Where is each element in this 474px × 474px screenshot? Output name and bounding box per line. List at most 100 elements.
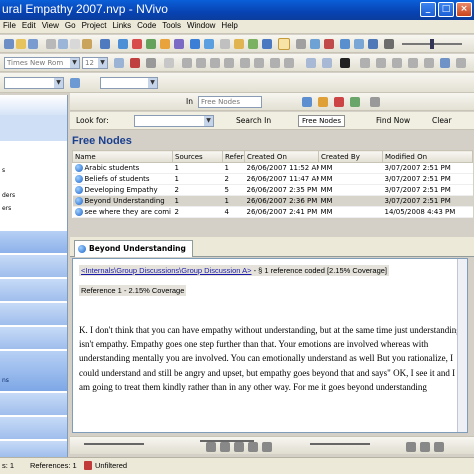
chevron-down-icon[interactable]: ▼ [204,116,213,126]
go-icon[interactable] [248,39,258,49]
print-icon[interactable] [46,39,56,49]
forward-icon[interactable] [262,442,272,452]
column-created-by[interactable]: Created By [318,150,383,163]
menu-file[interactable]: File [0,20,19,31]
rewind-icon[interactable] [248,442,258,452]
spread-icon[interactable] [350,97,360,107]
undo-icon[interactable] [100,39,110,49]
uncode-icon[interactable] [318,97,328,107]
memo-icon[interactable] [392,58,402,68]
align-center-icon[interactable] [196,58,206,68]
model-icon[interactable] [160,39,170,49]
code-at-combo[interactable]: ▼ [4,77,64,89]
clear-button[interactable]: Clear [432,116,452,125]
open-icon[interactable] [16,39,26,49]
zoom-slider-thumb[interactable] [430,39,434,49]
link-icon[interactable] [146,39,156,49]
nav-section-3[interactable] [0,279,67,301]
justify-icon[interactable] [224,58,234,68]
table-row[interactable]: Beliefs of students 1 2 26/06/2007 11:47 AM… [72,173,473,185]
stop-icon[interactable] [234,442,244,452]
column-name[interactable]: Name [72,150,173,163]
copy-icon[interactable] [70,39,80,49]
table-icon[interactable] [322,58,332,68]
hyperlink-icon[interactable] [424,58,434,68]
save-icon[interactable] [28,39,38,49]
properties-icon[interactable] [220,39,230,49]
menu-project[interactable]: Project [79,20,110,31]
menu-window[interactable]: Window [184,20,218,31]
table-row[interactable]: Beyond Understanding 1 1 26/06/2007 2:36 PM… [72,195,473,207]
zoom-in-icon[interactable] [296,39,306,49]
nav-section-4[interactable] [0,303,67,325]
nav-item-1[interactable]: s [2,167,5,174]
refresh-icon[interactable] [234,39,244,49]
font-color-icon[interactable] [114,58,124,68]
column-modified-on[interactable]: Modified On [382,150,473,163]
nav-section-6[interactable]: ns [0,351,67,391]
chevron-down-icon[interactable]: ▼ [98,58,107,68]
chevron-down-icon[interactable]: ▼ [148,78,157,88]
align-left-icon[interactable] [182,58,192,68]
menu-links[interactable]: Links [109,20,134,31]
indent-icon[interactable] [270,58,280,68]
skip-back-icon[interactable] [406,442,416,452]
nodes-combo[interactable]: ▼ [100,77,158,89]
menu-view[interactable]: View [39,20,62,31]
menu-edit[interactable]: Edit [19,20,39,31]
see-also-icon[interactable] [408,58,418,68]
query-icon[interactable] [190,39,200,49]
search-in-button[interactable]: Search In [236,116,271,125]
view-icon[interactable] [278,38,290,50]
chevron-down-icon[interactable]: ▼ [70,58,79,68]
volume-slider[interactable] [310,443,370,445]
chart-icon[interactable] [174,39,184,49]
in-combo[interactable]: Free Nodes [198,96,262,108]
format-icon[interactable] [118,39,128,49]
spelling-icon[interactable] [360,58,370,68]
bold-icon[interactable] [130,58,140,68]
picture-icon[interactable] [440,58,450,68]
highlight-icon[interactable] [132,39,142,49]
table-row[interactable]: Developing Empathy 2 5 26/06/2007 2:35 PM MM… [72,184,473,196]
skip-forward-icon[interactable] [420,442,430,452]
in-vivo-icon[interactable] [334,97,344,107]
code-icon[interactable] [70,78,80,88]
column-created-on[interactable]: Created On [244,150,319,163]
cut-icon[interactable] [58,39,68,49]
bullets-icon[interactable] [240,58,250,68]
menu-help[interactable]: Help [218,20,240,31]
underline-icon[interactable] [164,58,174,68]
chevron-down-icon[interactable]: ▼ [54,78,63,88]
media-slider[interactable] [84,443,144,445]
detail-icon[interactable] [368,39,378,49]
insert-icon[interactable] [306,58,316,68]
detail-view[interactable]: <Internals\Group Discussions\Group Discu… [72,258,468,433]
menu-go[interactable]: Go [62,20,79,31]
table-row[interactable]: Arabic students 1 1 26/06/2007 11:52 AM MM 3/… [72,162,473,174]
nav-section-1[interactable] [0,231,67,253]
close-button[interactable]: × [456,2,472,17]
more-icon[interactable] [456,58,466,68]
nav-section-5[interactable] [0,327,67,349]
annotation-icon[interactable] [376,58,386,68]
nav-item-3[interactable]: ers [2,205,11,212]
nav-section-7[interactable] [0,393,67,415]
report-icon[interactable] [204,39,214,49]
layout-icon[interactable] [340,39,350,49]
coded-text[interactable]: K. I don't think that you can have empat… [79,323,463,394]
table-row[interactable]: see where they are comi 2 4 26/06/2007 2:41… [72,206,473,218]
find-now-button[interactable]: Find Now [376,116,410,125]
italic-icon[interactable] [146,58,156,68]
font-name-combo[interactable]: Times New Rom ▼ [4,57,80,69]
nav-icon[interactable] [384,39,394,49]
column-references[interactable]: Refer [222,150,245,163]
menu-tools[interactable]: Tools [159,20,184,31]
globe-icon[interactable] [262,39,272,49]
nav-selected[interactable] [0,115,67,141]
vertical-scrollbar[interactable] [457,259,467,432]
maximize-button[interactable]: □ [438,2,454,17]
pause-icon[interactable] [220,442,230,452]
nav-section-9[interactable] [0,441,67,457]
font-size-combo[interactable]: 12 ▼ [82,57,108,69]
